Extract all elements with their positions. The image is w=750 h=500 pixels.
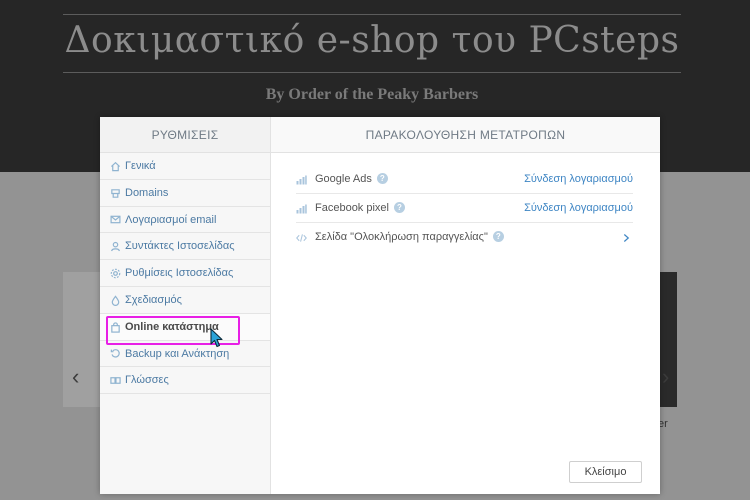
- bar-chart-icon: [296, 165, 310, 194]
- sidebar-item-backup-restore[interactable]: Backup και Ανάκτηση: [100, 341, 270, 368]
- sidebar-item-label: Γενικά: [125, 160, 156, 172]
- row-label: Facebook pixel: [315, 202, 389, 214]
- sidebar-item-label: Online κατάστημα: [125, 320, 219, 333]
- row-label: Σελίδα "Ολοκλήρωση παραγγελίας": [315, 231, 488, 243]
- sidebar-item-general[interactable]: Γενικά: [100, 153, 270, 180]
- hero-divider-bottom: [63, 72, 681, 73]
- sidebar-item-label: Γλώσσες: [125, 374, 169, 387]
- row-label: Google Ads: [315, 173, 372, 185]
- code-icon: [296, 223, 310, 252]
- connect-account-link[interactable]: Σύνδεση λογαριασμού: [524, 165, 633, 194]
- tracking-row-google-ads: Google Ads? Σύνδεση λογαριασμού: [296, 165, 633, 194]
- site-title: Δοκιμαστικό e-shop του PCsteps: [64, 20, 680, 61]
- sidebar-item-languages[interactable]: Γλώσσες: [100, 367, 270, 395]
- close-button[interactable]: Κλείσιμο: [569, 461, 642, 483]
- settings-sidebar: ΡΥΘΜΙΣΕΙΣ Γενικά Domains Λογαριασμοί ema…: [100, 117, 271, 494]
- carousel-prev-icon: ‹: [72, 364, 80, 389]
- connect-account-link[interactable]: Σύνδεση λογαριασμού: [524, 194, 633, 223]
- mail-icon: [109, 207, 121, 234]
- home-icon: [109, 153, 121, 180]
- tracking-list: Google Ads? Σύνδεση λογαριασμού Facebook…: [296, 165, 633, 252]
- sidebar-list: Γενικά Domains Λογαριασμοί email Συντάκτ…: [100, 153, 270, 395]
- backup-icon: [109, 341, 121, 368]
- sidebar-item-label: Σχεδιασμός: [125, 293, 182, 306]
- help-icon[interactable]: ?: [394, 201, 405, 213]
- sidebar-item-domains[interactable]: Domains: [100, 180, 270, 207]
- help-icon[interactable]: ?: [492, 230, 504, 242]
- background-card-left: [63, 272, 103, 407]
- shopping-bag-icon: [109, 314, 121, 341]
- user-icon: [109, 233, 121, 260]
- sidebar-item-label: Συντάκτες Ιστοσελίδας: [125, 240, 235, 253]
- mouse-cursor-icon: [210, 328, 223, 348]
- settings-modal: ΡΥΘΜΙΣΕΙΣ Γενικά Domains Λογαριασμοί ema…: [100, 117, 660, 494]
- sidebar-item-label: Λογαριασμοί email: [125, 213, 217, 226]
- domain-icon: [109, 180, 121, 207]
- panel-header: ΠΑΡΑΚΟΛΟΥΘΗΣΗ ΜΕΤΑΤΡΟΠΩΝ: [271, 117, 660, 153]
- conversion-tracking-panel: ΠΑΡΑΚΟΛΟΥΘΗΣΗ ΜΕΤΑΤΡΟΠΩΝ Google Ads? Σύν…: [271, 117, 660, 494]
- help-icon[interactable]: ?: [376, 172, 388, 184]
- sidebar-item-label: Domains: [125, 186, 169, 199]
- language-icon: [109, 367, 121, 394]
- sidebar-item-design[interactable]: Σχεδιασμός: [100, 287, 270, 314]
- sidebar-item-site-settings[interactable]: Ρυθμίσεις Ιστοσελίδας: [100, 260, 270, 287]
- sidebar-item-label: Backup και Ανάκτηση: [125, 347, 230, 360]
- sidebar-item-site-editors[interactable]: Συντάκτες Ιστοσελίδας: [100, 233, 270, 261]
- tracking-row-checkout-page[interactable]: Σελίδα "Ολοκλήρωση παραγγελίας"?: [296, 223, 633, 252]
- bar-chart-icon: [296, 194, 310, 223]
- sidebar-item-label: Ρυθμίσεις Ιστοσελίδας: [125, 267, 234, 280]
- chevron-right-icon[interactable]: [623, 223, 631, 252]
- hero-divider-top: [63, 14, 681, 15]
- sidebar-header: ΡΥΘΜΙΣΕΙΣ: [100, 117, 270, 153]
- gear-icon: [109, 260, 121, 287]
- site-subtitle: By Order of the Peaky Barbers: [265, 86, 479, 103]
- carousel-next-icon: ›: [662, 364, 670, 389]
- sidebar-item-online-store[interactable]: Online κατάστημα: [100, 313, 270, 341]
- tracking-row-facebook-pixel: Facebook pixel? Σύνδεση λογαριασμού: [296, 194, 633, 223]
- paint-drop-icon: [109, 287, 121, 314]
- sidebar-item-email-accounts[interactable]: Λογαριασμοί email: [100, 207, 270, 234]
